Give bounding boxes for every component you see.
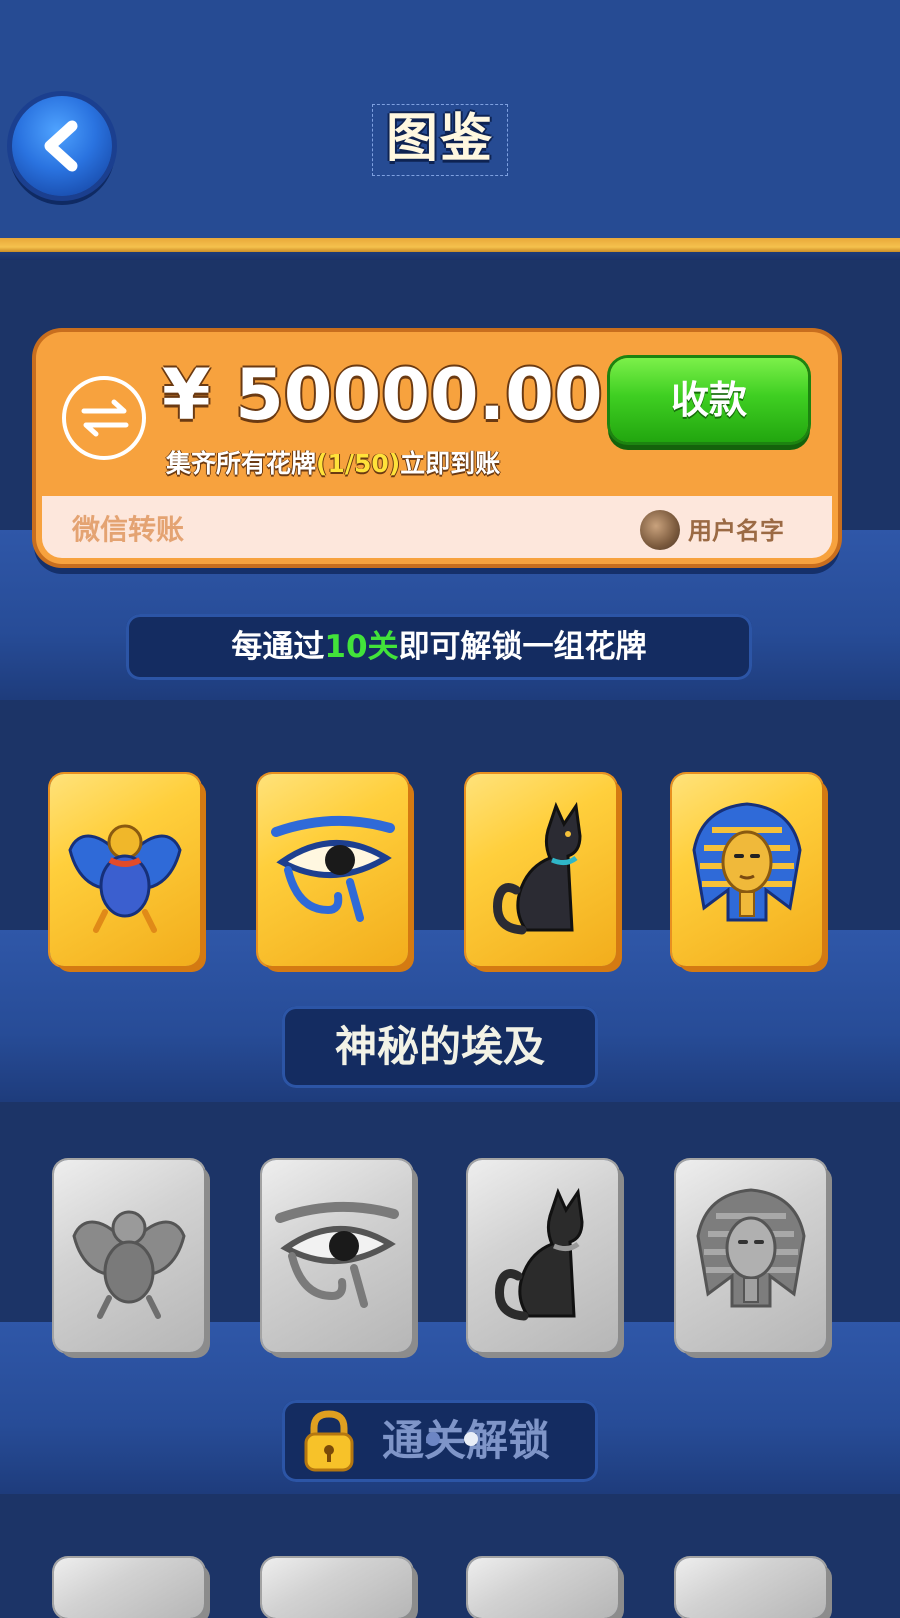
swap-arrows-icon (62, 376, 146, 460)
tile-eye-of-horus[interactable] (258, 774, 408, 966)
transfer-card: ¥ 50000.00 集齐所有花牌(1/50)立即到账 收款 微信转账 用户名字 (36, 332, 838, 564)
collection-title-egypt: 神秘的埃及 (282, 1006, 598, 1088)
header-divider (0, 238, 900, 260)
back-button[interactable] (12, 96, 112, 196)
page-dot-active (464, 1432, 478, 1446)
page-dot (426, 1432, 440, 1446)
tile-next-row[interactable] (468, 1558, 618, 1618)
tile-pharaoh-locked[interactable] (676, 1160, 826, 1352)
collection-progress: (1/50) (316, 449, 401, 478)
eye-of-horus-icon (275, 1201, 399, 1308)
collection-title-locked: 通关解锁 (282, 1400, 598, 1482)
tile-next-row[interactable] (262, 1558, 412, 1618)
tile-scarab[interactable] (50, 774, 200, 966)
transfer-amount: ¥ 50000.00 (162, 354, 603, 436)
eye-of-horus-icon (271, 815, 395, 922)
egyptian-cat-icon (493, 801, 582, 935)
unlock-info-banner: 每通过10关即可解锁一组花牌 (126, 614, 752, 680)
user-name: 用户名字 (688, 517, 784, 545)
scarab-icon (68, 824, 182, 933)
transfer-subtitle: 集齐所有花牌(1/50)立即到账 (166, 449, 501, 478)
scarab-icon (72, 1210, 186, 1319)
collect-button[interactable]: 收款 (610, 358, 808, 442)
lock-icon (304, 1410, 354, 1472)
page-title: 图鉴 (372, 104, 508, 176)
pharaoh-icon (692, 802, 802, 922)
tile-scarab-locked[interactable] (54, 1160, 204, 1352)
tile-egyptian-cat[interactable] (466, 774, 616, 966)
pharaoh-icon (696, 1188, 806, 1308)
chevron-left-icon (44, 120, 78, 172)
levels-highlight: 10关 (324, 629, 399, 665)
tile-next-row[interactable] (54, 1558, 204, 1618)
tile-next-row[interactable] (676, 1558, 826, 1618)
tile-pharaoh[interactable] (672, 774, 822, 966)
tile-eye-of-horus-locked[interactable] (262, 1160, 412, 1352)
egyptian-cat-icon (495, 1187, 584, 1321)
avatar (640, 510, 680, 550)
tile-egyptian-cat-locked[interactable] (468, 1160, 618, 1352)
wechat-transfer-label: 微信转账 (72, 513, 185, 546)
